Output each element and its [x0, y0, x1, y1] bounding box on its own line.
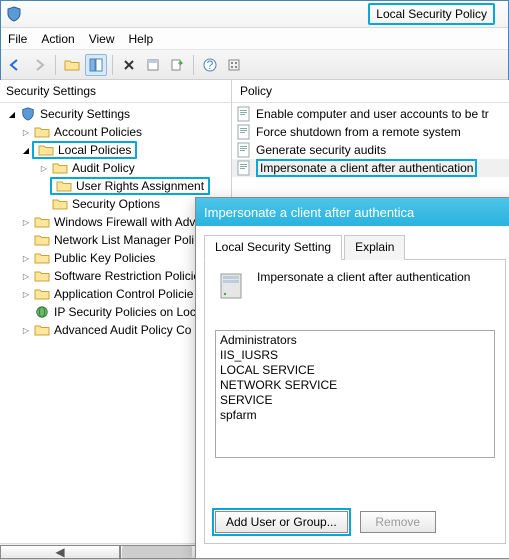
properties-button[interactable] — [142, 54, 164, 76]
shield-icon — [6, 6, 22, 22]
folder-icon — [52, 197, 68, 211]
up-button[interactable] — [61, 54, 83, 76]
list-item[interactable]: Administrators — [220, 333, 490, 348]
list-item[interactable]: IIS_IUSRS — [220, 348, 490, 363]
toolbar: ? — [0, 50, 509, 80]
list-item[interactable]: Generate security audits — [232, 141, 509, 159]
shield-icon — [20, 107, 36, 121]
folder-icon — [34, 287, 50, 301]
export-button[interactable] — [166, 54, 188, 76]
scroll-left-icon[interactable]: ◀ — [0, 545, 120, 559]
tree-local-policies[interactable]: Local Policies — [2, 141, 231, 159]
tree-account-policies[interactable]: Account Policies — [2, 123, 231, 141]
help-button[interactable]: ? — [199, 54, 221, 76]
policy-icon — [236, 142, 252, 158]
menu-view[interactable]: View — [89, 32, 115, 46]
server-icon — [215, 270, 247, 302]
folder-icon — [34, 269, 50, 283]
menu-file[interactable]: File — [8, 32, 27, 46]
folder-icon — [52, 161, 68, 175]
folder-icon — [34, 125, 50, 139]
folder-icon — [34, 215, 50, 229]
tree-user-rights[interactable]: User Rights Assignment — [2, 177, 231, 195]
forward-button[interactable] — [28, 54, 50, 76]
dialog-title: Impersonate a client after authentica — [196, 198, 509, 226]
remove-button[interactable]: Remove — [360, 511, 436, 533]
folder-icon — [34, 323, 50, 337]
folder-icon — [34, 233, 50, 247]
principals-listbox[interactable]: Administrators IIS_IUSRS LOCAL SERVICE N… — [215, 330, 495, 458]
list-item-selected[interactable]: Impersonate a client after authenticatio… — [232, 159, 509, 177]
policy-name-label: Impersonate a client after authenticatio… — [257, 270, 470, 284]
window-title: Local Security Policy — [368, 3, 495, 25]
delete-button[interactable] — [118, 54, 140, 76]
policy-icon — [236, 106, 252, 122]
list-item[interactable]: NETWORK SERVICE — [220, 378, 490, 393]
folder-icon — [34, 251, 50, 265]
list-item[interactable]: SERVICE — [220, 393, 490, 408]
tree-root[interactable]: Security Settings — [2, 105, 231, 123]
list-item[interactable]: Force shutdown from a remote system — [232, 123, 509, 141]
refresh-button[interactable] — [223, 54, 245, 76]
menu-help[interactable]: Help — [129, 32, 154, 46]
globe-icon — [34, 305, 50, 319]
show-tree-button[interactable] — [85, 54, 107, 76]
properties-dialog: Impersonate a client after authentica Lo… — [195, 197, 509, 559]
policy-icon — [236, 124, 252, 140]
policy-icon — [236, 160, 252, 176]
tab-explain[interactable]: Explain — [344, 235, 405, 260]
add-user-or-group-button[interactable]: Add User or Group... — [215, 511, 348, 533]
menubar: File Action View Help — [0, 28, 509, 50]
menu-action[interactable]: Action — [41, 32, 74, 46]
tree-audit-policy[interactable]: Audit Policy — [2, 159, 231, 177]
list-item[interactable]: spfarm — [220, 408, 490, 423]
back-button[interactable] — [4, 54, 26, 76]
list-header[interactable]: Policy — [232, 80, 509, 103]
list-item[interactable]: Enable computer and user accounts to be … — [232, 105, 509, 123]
list-item[interactable]: LOCAL SERVICE — [220, 363, 490, 378]
svg-text:?: ? — [207, 58, 214, 72]
folder-icon — [38, 143, 54, 157]
tree-header: Security Settings — [0, 80, 231, 103]
tab-local-security-setting[interactable]: Local Security Setting — [204, 235, 342, 260]
folder-icon — [56, 179, 72, 193]
